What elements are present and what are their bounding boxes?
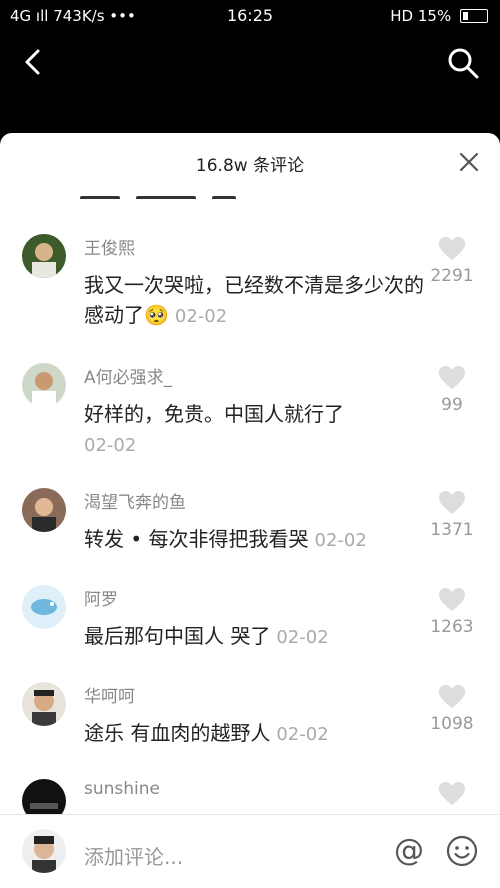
heart-icon	[439, 782, 465, 805]
like-button[interactable]: 1371	[424, 490, 480, 540]
comment-username[interactable]: 渴望飞奔的鱼	[84, 488, 186, 513]
avatar[interactable]	[22, 585, 66, 629]
like-count: 1098	[430, 714, 474, 734]
emoji-icon[interactable]	[446, 835, 478, 867]
comment-date: 02-02	[276, 724, 329, 745]
search-icon[interactable]	[446, 46, 480, 80]
comment-body: 途乐 有血肉的越野人	[84, 721, 271, 745]
avatar[interactable]	[22, 234, 66, 278]
like-button[interactable]	[424, 781, 480, 807]
comment-username[interactable]: 华呵呵	[84, 682, 135, 707]
like-count: 99	[441, 395, 463, 415]
like-button[interactable]: 1263	[424, 587, 480, 637]
hd-battery-text: HD 15%	[390, 7, 452, 25]
comment-body: 转发 • 每次非得把我看哭	[84, 527, 309, 551]
system-status: HD 15%	[390, 7, 488, 25]
like-button[interactable]: 2291	[424, 236, 480, 286]
comment-date: 02-02	[314, 530, 367, 551]
avatar[interactable]	[22, 488, 66, 532]
comment-username[interactable]: 阿罗	[84, 585, 118, 610]
heart-icon	[439, 491, 465, 514]
like-count: 2291	[430, 266, 474, 286]
comment-username[interactable]: sunshine	[84, 779, 160, 799]
mention-button[interactable]: @	[394, 833, 424, 868]
top-bar	[0, 32, 500, 132]
avatar[interactable]	[22, 363, 66, 407]
close-icon[interactable]	[458, 151, 480, 173]
status-bar: 4G ıll 743K/s ••• 16:25 HD 15%	[0, 0, 500, 32]
comment-username[interactable]: 王俊熙	[84, 234, 135, 259]
comment-text: 好样的，免贵。中国人就行了 02-02	[84, 399, 436, 461]
comment-date: 02-02	[174, 306, 228, 327]
comment-body: 最后那句中国人 哭了	[84, 624, 271, 648]
comment-input[interactable]: 添加评论...	[84, 841, 183, 870]
comment-composer: 添加评论... @	[0, 814, 500, 888]
comment-sheet: 16.8w 条评论 王俊熙 我又一次哭啦，已经数不清是多少次的感动了🥺 02-02…	[0, 133, 500, 888]
heart-icon	[439, 685, 465, 708]
heart-icon	[439, 588, 465, 611]
clipped-comment-text	[80, 187, 300, 199]
comment-body: 好样的，免贵。中国人就行了	[84, 402, 344, 426]
heart-icon	[439, 237, 465, 260]
comment-username[interactable]: A何必强求_	[84, 363, 172, 388]
like-count: 1371	[430, 520, 474, 540]
comment-text: 最后那句中国人 哭了 02-02	[84, 621, 436, 653]
comment-text: 转发 • 每次非得把我看哭 02-02	[84, 524, 436, 556]
battery-icon	[460, 9, 488, 23]
comment-body: 我又一次哭啦，已经数不清是多少次的感动了	[84, 273, 424, 327]
like-button[interactable]: 99	[424, 365, 480, 415]
comment-count-title: 16.8w 条评论	[195, 156, 305, 176]
my-avatar[interactable]	[22, 829, 66, 873]
comment-text: 我又一次哭啦，已经数不清是多少次的感动了🥺 02-02	[84, 270, 436, 332]
like-button[interactable]: 1098	[424, 684, 480, 734]
comment-date: 02-02	[84, 435, 137, 456]
heart-icon	[439, 366, 465, 389]
avatar[interactable]	[22, 682, 66, 726]
emoji-sticker: 🥺	[144, 303, 169, 327]
comment-text: 途乐 有血肉的越野人 02-02	[84, 718, 436, 750]
back-arrow-icon[interactable]	[18, 46, 50, 78]
comment-date: 02-02	[276, 627, 329, 648]
like-count: 1263	[430, 617, 474, 637]
